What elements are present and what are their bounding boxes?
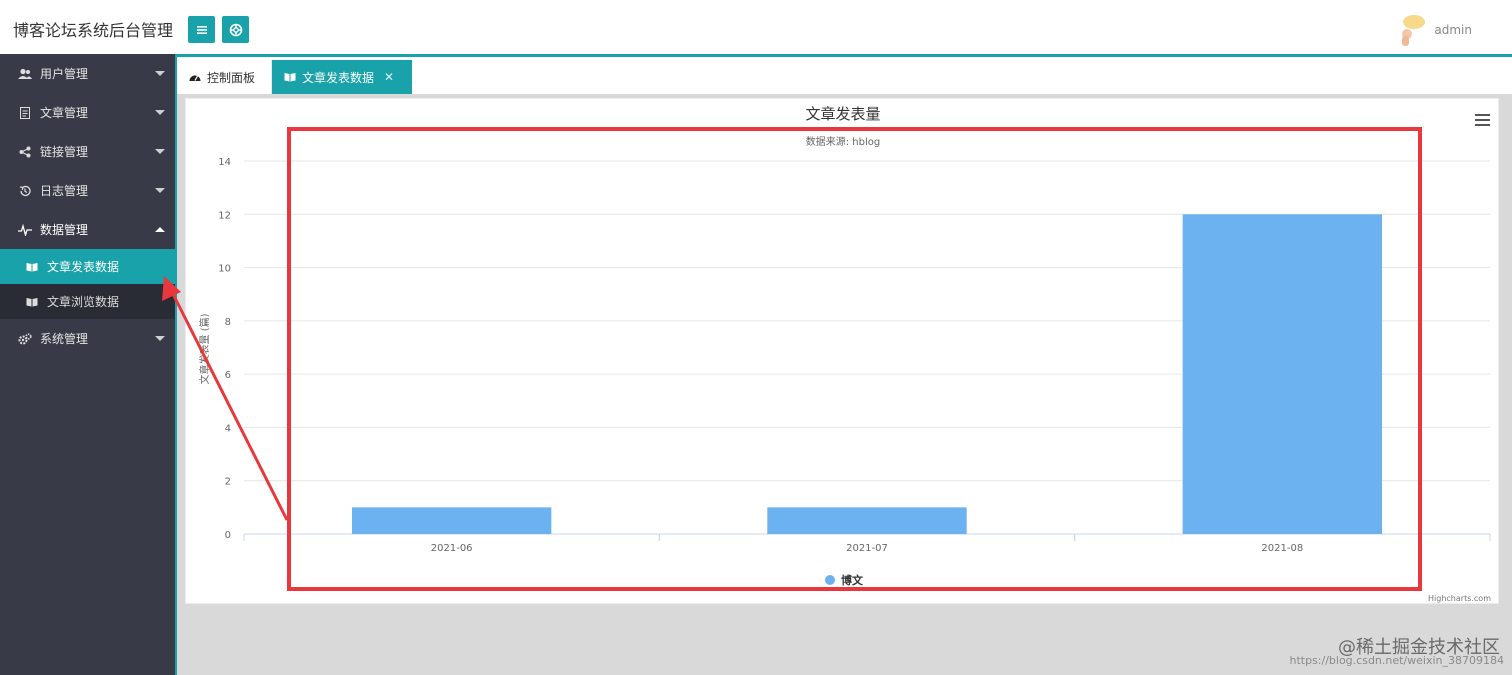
- tab-label: 文章发表数据: [302, 70, 375, 85]
- top-header: 博客论坛系统后台管理 admin: [0, 0, 1512, 54]
- submenu-item-article-publish-data[interactable]: 文章发表数据: [0, 249, 175, 284]
- book-icon: [26, 296, 38, 308]
- bar[interactable]: [1182, 214, 1383, 534]
- sidebar-item-label: 链接管理: [40, 145, 89, 159]
- chart-legend[interactable]: 博文: [825, 573, 864, 587]
- legend-label: 博文: [841, 573, 864, 587]
- document-icon: [18, 106, 32, 120]
- chart-title: 文章发表量: [805, 105, 880, 123]
- sidebar-item-links[interactable]: 链接管理: [0, 132, 175, 171]
- help-button[interactable]: [222, 16, 249, 43]
- chart-menu-icon-bar: [1475, 119, 1490, 121]
- bar[interactable]: [351, 507, 552, 534]
- tab-bar: 控制面板 文章发表数据 ✕: [175, 54, 1512, 94]
- sidebar-item-label: 用户管理: [40, 67, 89, 81]
- submenu-item-article-view-data[interactable]: 文章浏览数据: [0, 284, 175, 319]
- legend-marker: [825, 575, 835, 585]
- share-icon: [18, 145, 32, 159]
- sidebar: 用户管理 文章管理 链接管理 日志管理 数据管理 文章发表数据 文章浏览数据 系…: [0, 54, 175, 675]
- close-icon[interactable]: ✕: [384, 70, 394, 84]
- y-tick-label: 6: [225, 370, 231, 381]
- sidebar-item-users[interactable]: 用户管理: [0, 54, 175, 93]
- tab-label: 控制面板: [207, 70, 256, 85]
- users-icon: [18, 67, 32, 81]
- chart-menu-icon-bar: [1475, 114, 1490, 116]
- chevron-down-icon: [155, 149, 165, 154]
- bar[interactable]: [767, 507, 967, 534]
- chart-panel: 0 2 4 6 8 10 12 14 2021-06 2021-07 2021-08 文章发表量 …: [185, 98, 1499, 604]
- chevron-down-icon: [155, 188, 165, 193]
- sidebar-item-label: 日志管理: [40, 184, 89, 198]
- book-icon: [284, 72, 296, 82]
- bar-chart: 0 2 4 6 8 10 12 14 2021-06 2021-07 2021-08 文章发表量 …: [198, 105, 1491, 603]
- sidebar-item-system[interactable]: 系统管理: [0, 319, 175, 358]
- data-submenu: 文章发表数据 文章浏览数据: [0, 249, 175, 319]
- y-tick-label: 8: [225, 317, 231, 328]
- pulse-icon: [18, 223, 32, 237]
- sidebar-item-logs[interactable]: 日志管理: [0, 171, 175, 210]
- chevron-down-icon: [155, 336, 165, 341]
- dashboard-icon: [189, 72, 201, 82]
- y-tick-label: 10: [218, 264, 231, 275]
- sidebar-item-label: 系统管理: [40, 332, 89, 346]
- submenu-item-label: 文章发表数据: [47, 260, 120, 274]
- y-tick-label: 4: [225, 423, 231, 434]
- chevron-down-icon: [155, 110, 165, 115]
- chart-credits[interactable]: Highcharts.com: [1428, 594, 1491, 603]
- gears-icon: [18, 332, 32, 346]
- sidebar-item-articles[interactable]: 文章管理: [0, 93, 175, 132]
- app-title: 博客论坛系统后台管理: [13, 21, 174, 40]
- sidebar-item-label: 数据管理: [40, 223, 89, 237]
- y-tick-label: 14: [218, 157, 231, 168]
- content-area: 0 2 4 6 8 10 12 14 2021-06 2021-07 2021-08 文章发表量 …: [175, 94, 1512, 675]
- avatar: [1398, 12, 1428, 48]
- x-tick-label: 2021-06: [431, 543, 473, 554]
- submenu-item-label: 文章浏览数据: [47, 295, 120, 309]
- sidebar-item-data[interactable]: 数据管理: [0, 210, 175, 249]
- menu-icon: [196, 25, 207, 34]
- history-icon: [18, 184, 32, 198]
- x-tick-label: 2021-08: [1261, 543, 1303, 554]
- user-name: admin: [1434, 23, 1472, 37]
- chart-menu-icon-bar: [1475, 124, 1490, 126]
- y-tick-label: 2: [225, 477, 231, 488]
- y-tick-label: 0: [225, 530, 231, 541]
- book-icon: [26, 261, 38, 273]
- chart-subtitle: 数据来源: hblog: [806, 135, 880, 148]
- lifebuoy-icon: [229, 23, 242, 36]
- chevron-up-icon: [155, 227, 165, 232]
- tab-dashboard[interactable]: 控制面板: [177, 60, 272, 94]
- x-tick-label: 2021-07: [846, 543, 888, 554]
- watermark-url: https://blog.csdn.net/weixin_38709184: [1289, 654, 1504, 667]
- sidebar-item-label: 文章管理: [40, 106, 89, 120]
- y-axis-label: 文章发表量 (篇): [198, 313, 211, 384]
- chevron-down-icon: [155, 71, 165, 76]
- y-tick-label: 12: [218, 210, 231, 221]
- tab-article-publish-data[interactable]: 文章发表数据 ✕: [272, 60, 412, 94]
- user-menu[interactable]: admin: [1398, 12, 1472, 48]
- menu-toggle-button[interactable]: [188, 16, 215, 43]
- chart-menu-button[interactable]: [1475, 114, 1490, 126]
